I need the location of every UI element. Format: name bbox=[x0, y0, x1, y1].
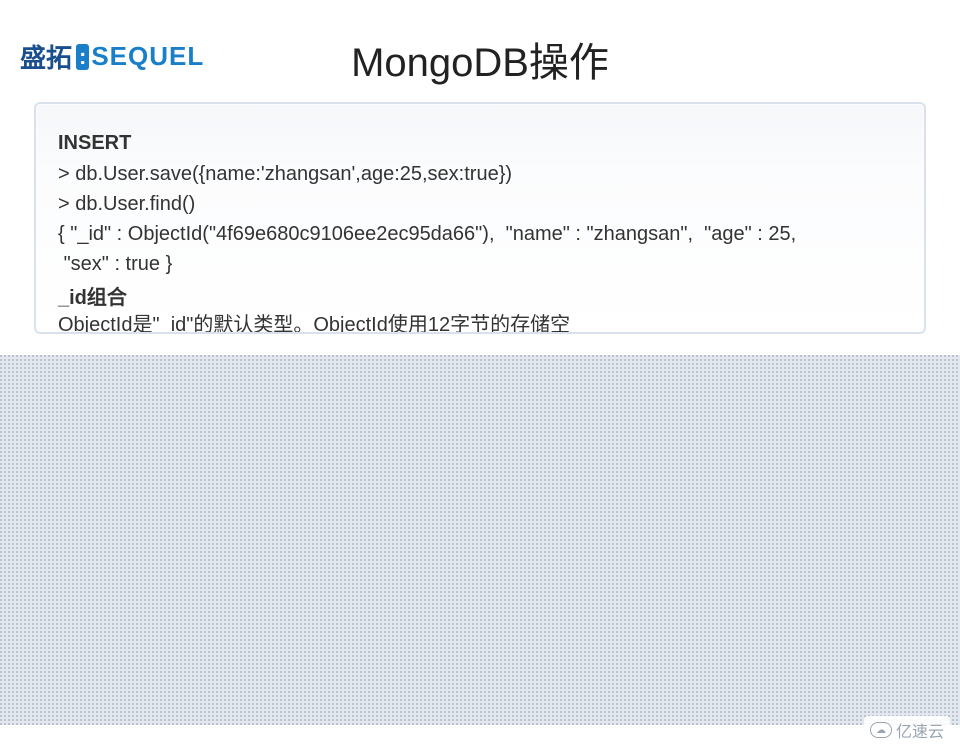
logo-cn-text: 盛拓 bbox=[20, 38, 72, 75]
watermark-text: 亿速云 bbox=[896, 718, 944, 742]
code-line-5: ObjectId是"_id"的默认类型。ObjectId使用12字节的存储空 bbox=[58, 310, 902, 334]
watermark: ☁ 亿速云 bbox=[864, 716, 950, 744]
code-line-4: "sex" : true } bbox=[58, 249, 902, 279]
stipple-overlay bbox=[0, 355, 960, 725]
code-line-1: > db.User.save({name:'zhangsan',age:25,s… bbox=[58, 159, 902, 189]
brand-logo: 盛拓 : SEQUEL bbox=[20, 38, 204, 75]
logo-colon: : bbox=[76, 44, 89, 70]
logo-en-text: SEQUEL bbox=[91, 41, 204, 72]
code-line-3: { "_id" : ObjectId("4f69e680c9106ee2ec95… bbox=[58, 219, 902, 249]
content-panel: INSERT > db.User.save({name:'zhangsan',a… bbox=[34, 102, 926, 334]
code-line-2: > db.User.find() bbox=[58, 189, 902, 219]
section-heading-insert: INSERT bbox=[58, 132, 902, 155]
section-heading-id: _id组合 bbox=[58, 281, 902, 310]
cloud-icon: ☁ bbox=[870, 722, 892, 738]
